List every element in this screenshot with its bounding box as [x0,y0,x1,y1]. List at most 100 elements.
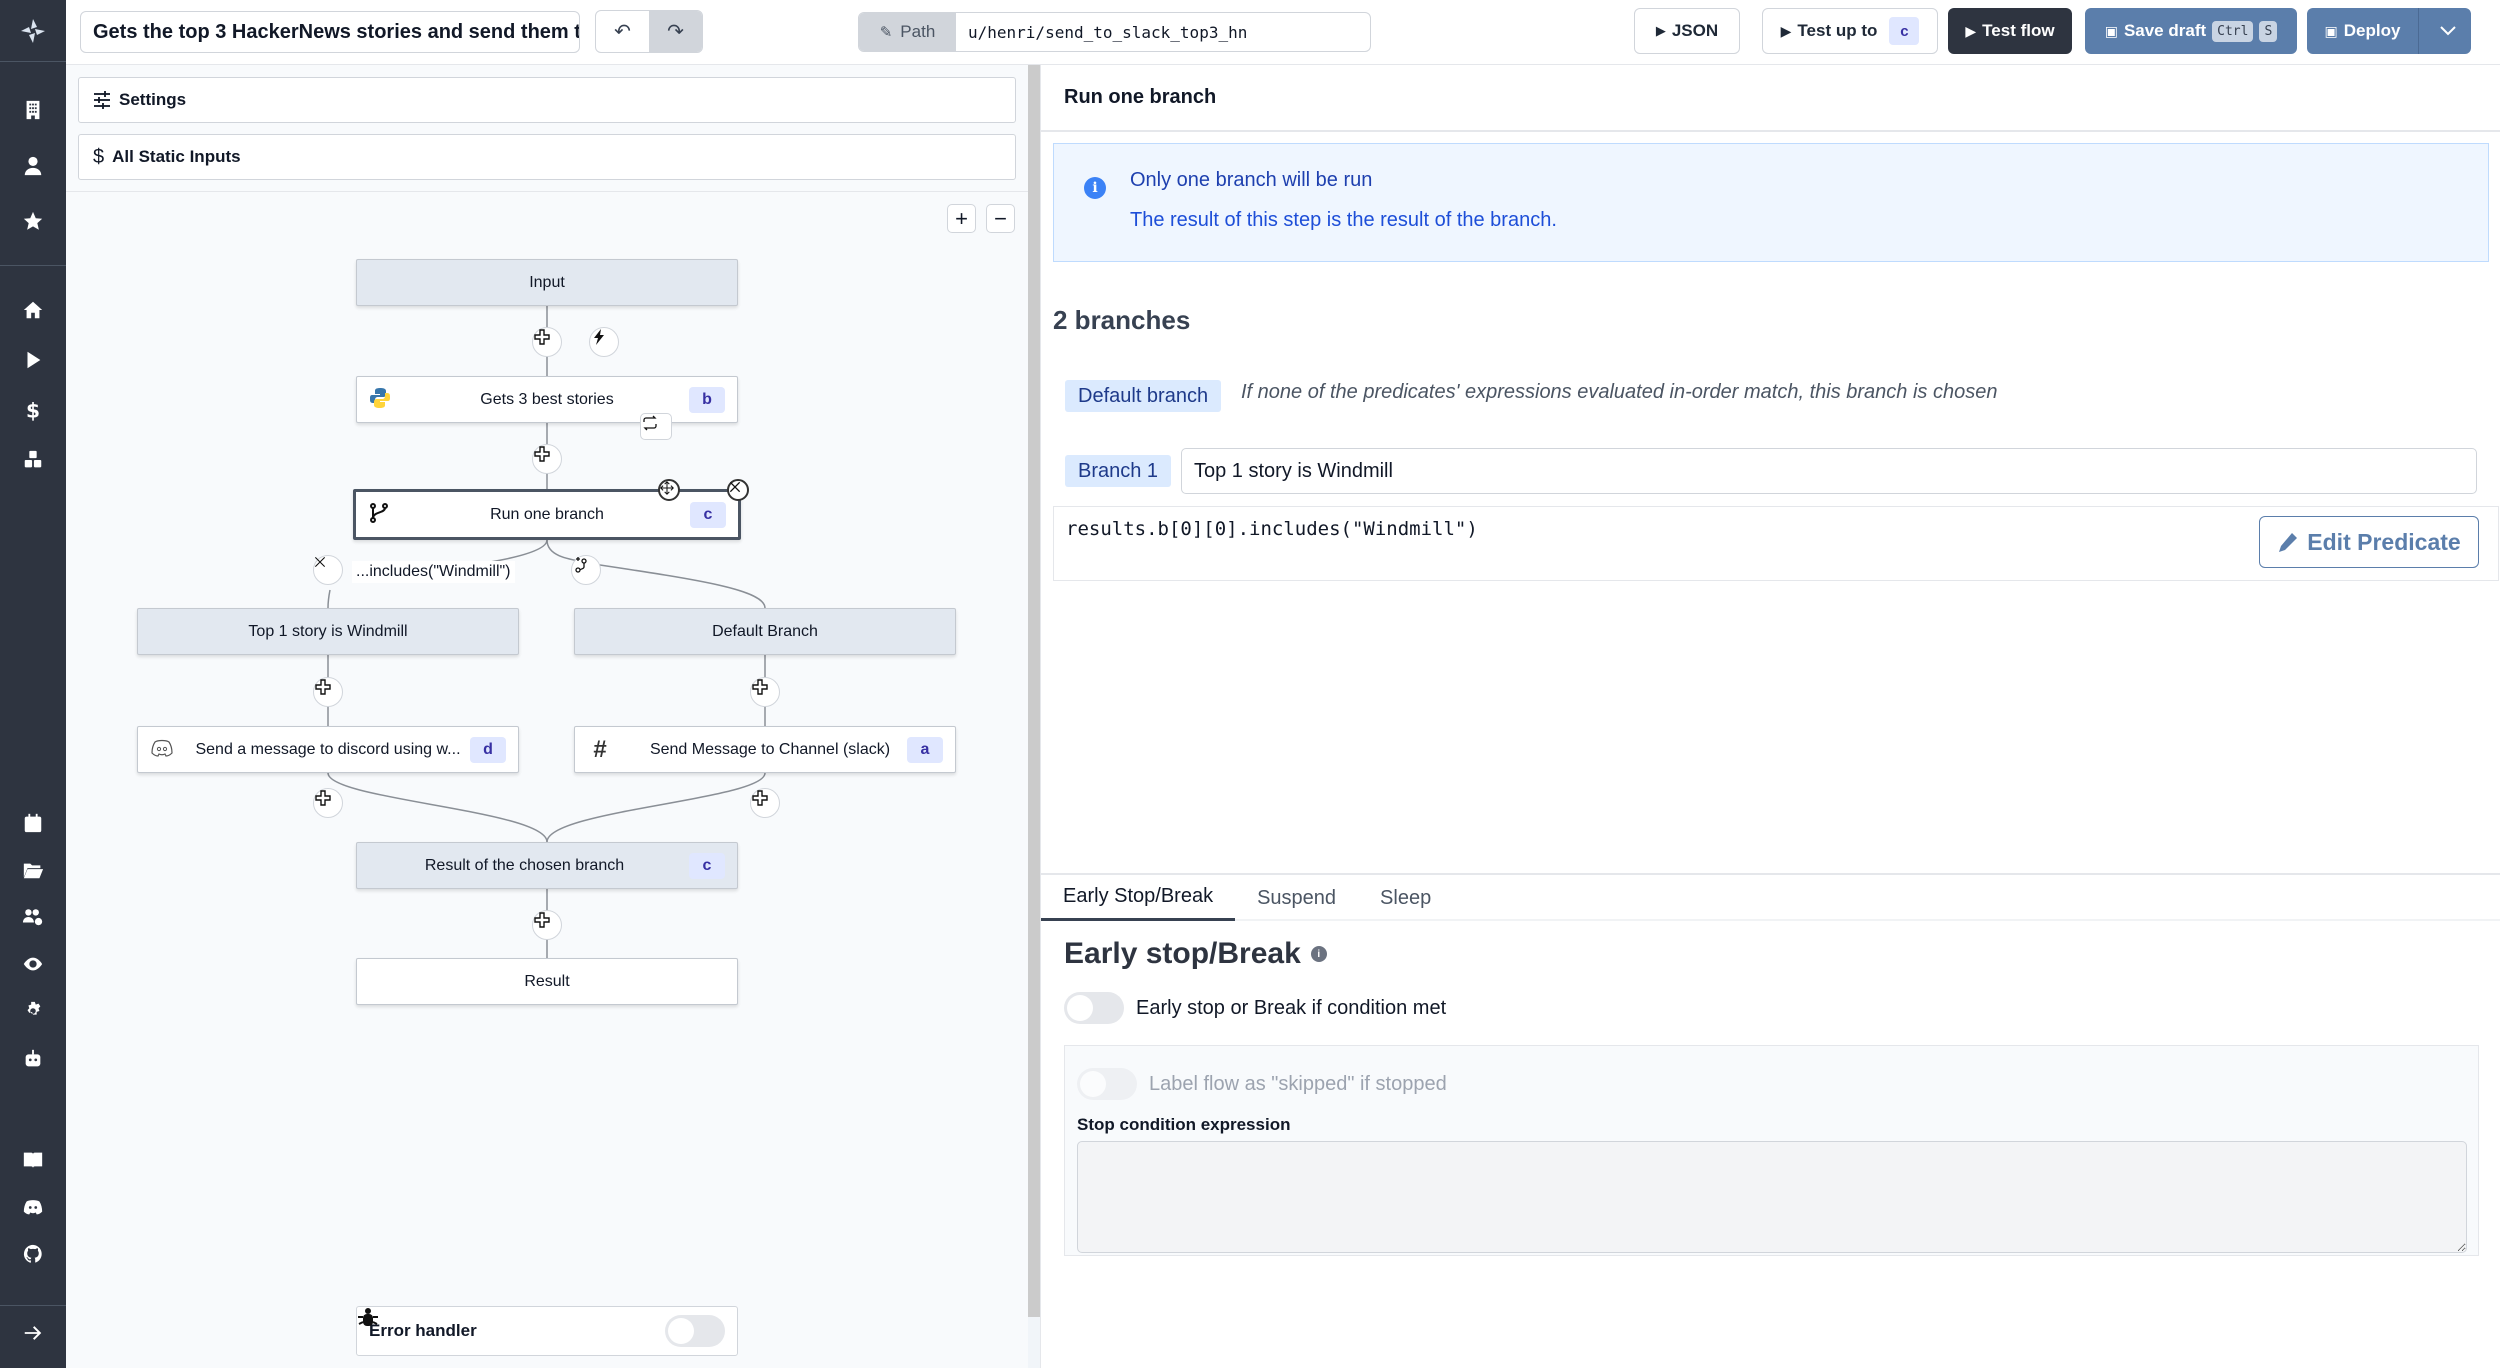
step-details-panel: Run one branch i Only one branch will be… [1040,65,2500,1368]
remove-branch-button[interactable] [313,555,343,585]
sidebar-item-audit-logs[interactable] [0,947,66,981]
node-id-badge: d [470,736,506,763]
test-up-to-button[interactable]: ▶ Test up to c [1762,8,1938,54]
sidebar-item-discord[interactable] [0,1190,66,1224]
path-input[interactable]: u/henri/send_to_slack_top3_hn [956,13,1370,51]
early-stop-heading: Early stop/Break i [1064,937,1327,971]
flow-title-input[interactable]: Gets the top 3 HackerNews stories and se… [80,11,580,53]
stop-condition-input[interactable] [1077,1141,2467,1253]
flow-node-result[interactable]: Result [356,958,738,1005]
plus-icon [534,912,550,928]
zoom-out-button[interactable]: − [986,204,1015,233]
insert-step-button[interactable] [532,910,562,940]
deploy-button[interactable]: ▣ Deploy [2307,8,2419,54]
tab-sleep[interactable]: Sleep [1358,875,1453,921]
add-branch-button[interactable] [571,555,601,585]
early-stop-toggle[interactable] [1064,992,1124,1024]
step-title: Run one branch [1041,65,2500,132]
flow-node-slack[interactable]: # Send Message to Channel (slack) a [574,726,956,773]
tab-early-stop[interactable]: Early Stop/Break [1041,875,1236,921]
sidebar-item-resources[interactable] [0,443,66,477]
branch-1-tag[interactable]: Branch 1 [1065,455,1172,487]
flow-node-gets-stories[interactable]: Gets 3 best stories b [356,376,738,423]
flow-node-discord[interactable]: Send a message to discord using w... d [137,726,519,773]
test-up-to-step-badge: c [1889,17,1920,45]
node-id-badge: c [690,501,726,528]
windmill-logo-icon [21,18,45,43]
sidebar-item-github[interactable] [0,1237,66,1271]
file-export-icon: ▶ [1655,23,1666,38]
add-trigger-button[interactable] [589,327,619,357]
sidebar-item-favorites[interactable] [0,204,66,238]
tab-suspend[interactable]: Suspend [1235,875,1358,921]
settings-section[interactable]: Settings [78,77,1016,123]
default-branch-tag[interactable]: Default branch [1065,380,1222,412]
star-icon [23,211,43,230]
undo-redo-group: ↶ ↷ [595,10,703,53]
sidebar-item-docs[interactable] [0,1143,66,1177]
play-icon: ▶ [1965,22,1977,39]
node-label: Gets 3 best stories [480,390,614,408]
deploy-label: Deploy [2343,21,2401,40]
plus-icon [315,679,331,695]
undo-icon: ↶ [614,21,631,43]
branches-heading: 2 branches [1053,305,1191,335]
user-icon [24,156,42,176]
sidebar-item-settings[interactable] [0,994,66,1028]
insert-step-button[interactable] [750,788,780,818]
flow-node-input[interactable]: Input [356,259,738,306]
sidebar-item-variables[interactable]: $ [0,393,66,427]
info-icon[interactable]: i [1310,946,1327,962]
sidebar-item-runs[interactable] [0,343,66,377]
static-inputs-section[interactable]: $ All Static Inputs [78,134,1016,180]
error-handler-toggle[interactable] [665,1315,725,1347]
sidebar-divider [0,265,66,266]
info-icon: i [1084,177,1106,199]
branch-1-summary-input[interactable]: Top 1 story is Windmill [1181,448,2477,494]
plus-icon [315,790,331,806]
node-label: Result [524,972,570,990]
delete-step-button[interactable] [727,479,749,501]
sidebar-item-workspace[interactable] [0,93,66,127]
plus-icon [752,679,768,695]
insert-step-button[interactable] [532,327,562,357]
save-icon: ▣ [2104,22,2118,39]
json-button[interactable]: ▶ JSON [1634,8,1740,54]
insert-step-button[interactable] [532,444,562,474]
pencil-icon: ✎ [879,24,893,41]
windmill-logo[interactable] [0,0,66,62]
dollar-icon: $ [26,399,40,421]
deploy-dropdown-button[interactable] [2425,26,2471,36]
sidebar-item-groups[interactable] [0,900,66,934]
insert-step-button[interactable] [313,677,343,707]
branch-predicate-label[interactable]: ...includes("Windmill") [352,561,515,583]
save-draft-button[interactable]: ▣ Save draft Ctrl S [2085,8,2297,54]
zoom-in-button[interactable]: + [947,204,976,233]
move-step-button[interactable] [658,479,680,501]
insert-step-button[interactable] [750,677,780,707]
sidebar-collapse-button[interactable] [0,1316,66,1350]
flow-node-run-one-branch[interactable]: Run one branch c [353,489,741,540]
loop-toggle-button[interactable] [640,413,672,440]
sidebar-item-workers[interactable] [0,1042,66,1076]
flow-node-default-branch[interactable]: Default Branch [574,608,956,655]
undo-button[interactable]: ↶ [596,11,649,52]
users-cog-icon [22,909,43,926]
move-icon [660,481,674,495]
sidebar-item-home[interactable] [0,293,66,327]
shortcut-key-s: S [2259,20,2278,42]
skip-toggle[interactable] [1077,1068,1137,1100]
flow-node-branch-1[interactable]: Top 1 story is Windmill [137,608,519,655]
sidebar-item-user[interactable] [0,149,66,183]
edit-predicate-button[interactable]: Edit Predicate [2259,516,2479,568]
redo-button[interactable]: ↷ [649,11,702,52]
panel-resize-handle[interactable] [1028,65,1040,1317]
flow-node-branch-result[interactable]: Result of the chosen branch c [356,842,738,889]
test-flow-button[interactable]: ▶ Test flow [1948,8,2072,54]
path-label[interactable]: ✎ Path [859,13,956,51]
dollar-icon: $ [93,145,105,168]
sidebar-item-schedules[interactable] [0,806,66,840]
insert-step-button[interactable] [313,788,343,818]
skip-toggle-row: Label flow as "skipped" if stopped [1077,1068,1447,1100]
sidebar-item-folders[interactable] [0,853,66,887]
